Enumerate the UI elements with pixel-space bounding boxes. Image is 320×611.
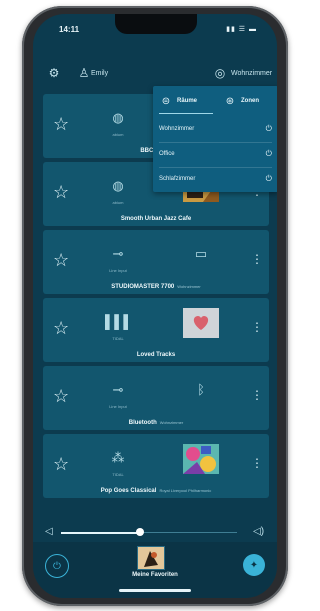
settings-gear-icon[interactable]: ⚙ — [47, 66, 61, 80]
favorite-card-4[interactable]: ☆ ▌▌▌ TIDAL ⋮ Loved Tracks — [43, 298, 269, 362]
favorite-card-5[interactable]: ☆ ⊸ Line Input ᛒ ⋮ Bluetooth Wohnzimmer — [43, 366, 269, 430]
source-label: Line Input — [109, 404, 127, 409]
tab-rooms[interactable]: Räume — [177, 94, 197, 108]
active-tab-underline — [159, 113, 213, 114]
power-icon[interactable]: ⏻ — [266, 143, 272, 165]
room-selector-dropdown: ⊜ Räume ⊛ Zonen Wohnzimmer ⏻ Office ⏻ Sc… — [153, 86, 277, 192]
tidal-bars-icon: ▌▌▌ — [105, 314, 133, 329]
bluetooth-icon: ᛒ — [197, 382, 205, 397]
favorites-star-button-icon[interactable]: ✦ — [243, 554, 265, 576]
room-speaker-icon[interactable]: ◎ — [213, 66, 227, 80]
source-label: TIDAL — [112, 472, 124, 477]
card-title: STUDIOMASTER 7700 Wohnzimmer — [111, 284, 201, 290]
card-title: Smooth Urban Jazz Cafe — [120, 216, 192, 222]
album-art-thumbnail — [183, 444, 219, 474]
volume-slider-fill — [61, 532, 141, 534]
room-item-wohnzimmer[interactable]: Wohnzimmer ⏻ — [159, 118, 272, 140]
star-icon[interactable]: ☆ — [53, 250, 73, 270]
tab-zones[interactable]: Zonen — [241, 94, 259, 108]
app-screen: 14:11 ▮▮ ☰ ▬ ⚙ ♙ Emily ◎ Wohnzimmer ☆ ◍ … — [33, 14, 277, 598]
card-title: Bluetooth Wohnzimmer — [128, 420, 184, 426]
star-icon[interactable]: ☆ — [53, 386, 73, 406]
card-title: Loved Tracks — [136, 352, 176, 358]
more-options-icon[interactable]: ⋮ — [251, 456, 263, 470]
more-options-icon[interactable]: ⋮ — [251, 320, 263, 334]
line-input-icon: ⊸ — [112, 382, 124, 397]
top-bar: ⚙ ♙ Emily ◎ Wohnzimmer — [33, 62, 277, 86]
rooms-icon: ⊜ — [161, 95, 171, 107]
volume-slider-knob[interactable] — [136, 528, 145, 536]
source-label: abium — [112, 200, 124, 205]
favorite-card-3[interactable]: ☆ ⊸ Line Input ▭ ⋮ STUDIOMASTER 7700 Wohn… — [43, 230, 269, 294]
bottom-bar: ⏻ Meine Favoriten ✦ — [33, 542, 277, 598]
volume-control: ◁ ◁) — [33, 522, 277, 542]
more-options-icon[interactable]: ⋮ — [251, 252, 263, 266]
zones-icon: ⊛ — [225, 95, 235, 107]
star-icon[interactable]: ☆ — [53, 114, 73, 134]
line-input-icon: ⊸ — [112, 246, 124, 261]
volume-down-icon[interactable]: ◁ — [45, 526, 53, 537]
room-item-office[interactable]: Office ⏻ — [159, 143, 272, 165]
card-title: Pop Goes Classical Royal Liverpool Philha… — [100, 488, 212, 494]
favorites-label[interactable]: Meine Favoriten — [33, 572, 277, 578]
radio-icon: ◍ — [112, 178, 124, 193]
tidal-icon: ⁂ — [111, 450, 125, 465]
source-label: Line Input — [109, 268, 127, 273]
favorite-card-6[interactable]: ☆ ⁂ TIDAL ⋮ Pop Goes Classical Royal Live… — [43, 434, 269, 498]
star-icon[interactable]: ☆ — [53, 182, 73, 202]
room-item-schlafzimmer[interactable]: Schlafzimmer ⏻ — [159, 168, 272, 190]
source-label: TIDAL — [112, 336, 124, 341]
volume-up-icon[interactable]: ◁) — [253, 526, 264, 537]
source-label: abium — [112, 132, 124, 137]
notch — [115, 14, 197, 34]
status-bar: 14:11 ▮▮ ☰ ▬ — [33, 14, 277, 42]
now-playing-artwork[interactable] — [137, 546, 165, 570]
home-indicator — [119, 589, 191, 592]
more-options-icon[interactable]: ⋮ — [251, 388, 263, 402]
star-icon[interactable]: ☆ — [53, 454, 73, 474]
power-icon[interactable]: ⏻ — [266, 168, 272, 190]
current-room-label[interactable]: Wohnzimmer — [231, 70, 272, 77]
signal-wifi-battery-icon: ▮▮ ☰ ▬ — [226, 26, 257, 33]
power-icon[interactable]: ⏻ — [266, 118, 272, 140]
user-name[interactable]: Emily — [91, 70, 108, 77]
heart-artwork — [183, 308, 219, 338]
radio-icon: ◍ — [112, 110, 124, 125]
device-icon: ▭ — [194, 246, 208, 261]
status-time: 14:11 — [59, 25, 80, 34]
user-icon[interactable]: ♙ — [77, 66, 91, 80]
star-icon[interactable]: ☆ — [53, 318, 73, 338]
